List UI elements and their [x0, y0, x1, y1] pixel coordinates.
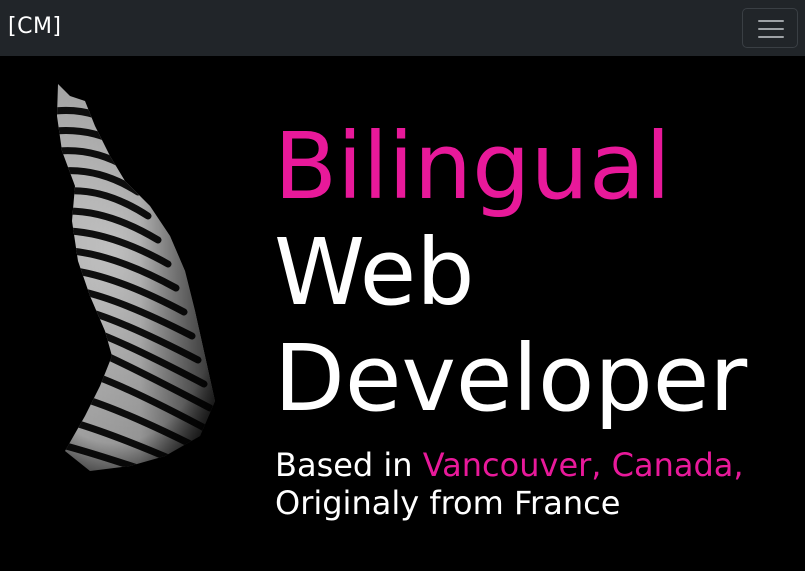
headline-line-3: Developer [274, 325, 748, 432]
navbar-toggler-button[interactable] [742, 8, 798, 48]
hero-section: Bilingual Web Developer Based in Vancouv… [0, 56, 805, 571]
brand-logo[interactable]: [CM] [8, 11, 62, 43]
subtitle-row-2: Originaly from France [275, 484, 621, 522]
navbar: [CM] [0, 0, 805, 56]
hamburger-icon [758, 20, 784, 38]
subtitle-row-1: Based in Vancouver, Canada, [275, 446, 744, 484]
subtitle-prefix: Based in [275, 446, 423, 484]
zebra-image [0, 56, 255, 486]
hero-headline: Bilingual Web Developer [274, 114, 747, 432]
headline-line-2: Web [274, 219, 475, 326]
headline-line-1: Bilingual [274, 113, 671, 220]
hero-subtitle: Based in Vancouver, Canada, Originaly fr… [275, 446, 744, 522]
subtitle-location: Vancouver, Canada, [422, 446, 744, 484]
